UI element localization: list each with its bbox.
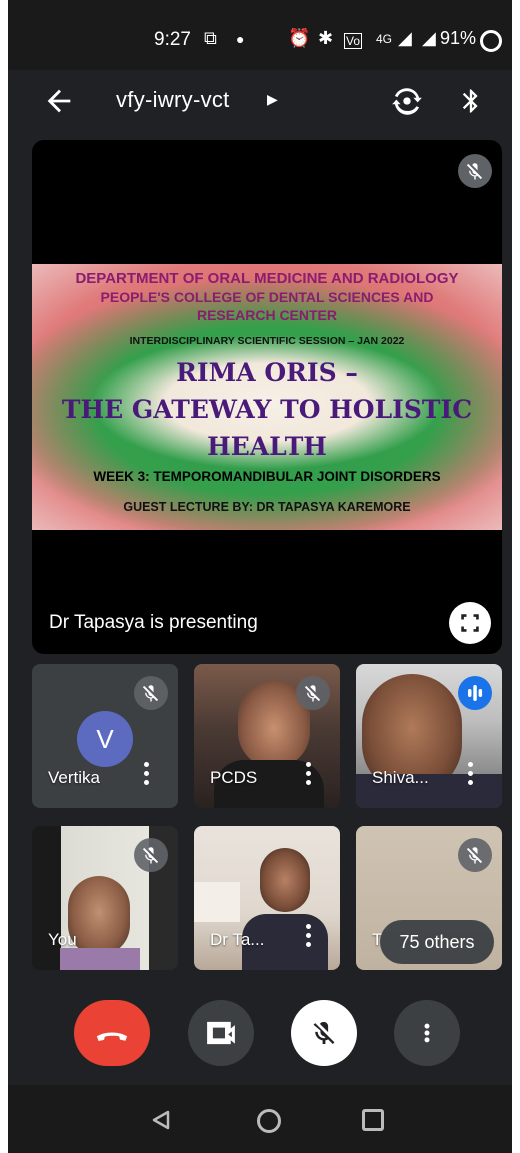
meeting-code[interactable]: vfy-iwry-vct [116, 87, 230, 113]
bluetooth-icon[interactable] [457, 83, 485, 119]
nav-home-icon[interactable] [257, 1109, 281, 1133]
signal-icon: ◢ [398, 28, 412, 48]
participant-tile-shiva[interactable]: Shiva... [356, 664, 502, 808]
status-bar: 9:27 ⧉ ● ⏰ ✱ Vo 4G ◢ ◢ 91% [8, 0, 512, 70]
stage-mic-off-icon [458, 154, 492, 188]
network-type: 4G [376, 32, 393, 46]
video-camera-icon [207, 1021, 235, 1045]
back-arrow-icon[interactable] [42, 84, 76, 118]
participant-name: Dr Ta... [210, 930, 265, 949]
background-banner [194, 882, 240, 922]
participant-tile-you[interactable]: You [32, 826, 178, 970]
phone-hangup-icon [96, 1032, 128, 1041]
more-options-icon[interactable] [306, 762, 312, 786]
mic-off-icon [296, 676, 330, 710]
more-options-icon[interactable] [144, 762, 150, 786]
mic-off-icon [134, 838, 168, 872]
participant-video [260, 848, 310, 912]
caret-right-icon[interactable]: ▶ [267, 91, 278, 108]
end-call-button[interactable] [74, 1000, 150, 1066]
more-options-button[interactable] [394, 1000, 460, 1066]
vertical-dots-icon [424, 1023, 430, 1043]
system-nav-bar [8, 1085, 512, 1153]
fullscreen-button[interactable] [449, 602, 491, 644]
speaking-indicator-icon [458, 676, 492, 710]
bluetooth-status-icon: ✱ [318, 28, 334, 48]
participant-name: PCDS [210, 768, 258, 787]
more-options-icon[interactable] [306, 924, 312, 948]
slide-week: WEEK 3: TEMPOROMANDIBULAR JOINT DISORDER… [93, 469, 441, 484]
others-count-pill[interactable]: 75 others [380, 920, 494, 964]
mic-off-icon [313, 1021, 335, 1044]
participant-name: You [48, 930, 77, 949]
alarm-icon: ⏰ [288, 28, 311, 48]
participant-tile-others[interactable]: T 75 others [356, 826, 502, 970]
status-time: 9:27 [154, 29, 191, 50]
nav-recents-icon[interactable] [362, 1109, 384, 1131]
volte-icon: Vo [344, 33, 363, 49]
participant-tile-vertika[interactable]: V Vertika [32, 664, 178, 808]
mic-off-icon [458, 838, 492, 872]
slide-title-line-1: RIMA ORIS – [176, 358, 358, 387]
participant-video [68, 876, 130, 956]
dot-icon: ● [236, 31, 245, 47]
slide-center: RESEARCH CENTER [196, 307, 337, 323]
participant-video-body [60, 948, 140, 970]
phone-screen: 9:27 ⧉ ● ⏰ ✱ Vo 4G ◢ ◢ 91% vfy-iwry-vct … [8, 0, 512, 1153]
battery-icon [480, 30, 502, 52]
presenting-label: Dr Tapasya is presenting [49, 612, 258, 633]
participant-name: Shiva... [372, 768, 429, 787]
mic-off-icon [134, 676, 168, 710]
more-options-icon[interactable] [468, 762, 474, 786]
presentation-stage[interactable]: DEPARTMENT OF ORAL MEDICINE AND RADIOLOG… [32, 140, 502, 654]
slide-college: PEOPLE'S COLLEGE OF DENTAL SCIENCES AND [100, 289, 434, 305]
app-bar: vfy-iwry-vct ▶ [8, 70, 512, 134]
slide-department: DEPARTMENT OF ORAL MEDICINE AND RADIOLOG… [75, 270, 459, 287]
slide-guest: GUEST LECTURE BY: DR TAPASYA KAREMORE [123, 500, 411, 514]
camera-toggle-button[interactable] [188, 1000, 254, 1066]
mic-toggle-button[interactable] [291, 1000, 357, 1066]
avatar: V [77, 711, 133, 767]
slide-title-line-3: HEALTH [207, 432, 327, 461]
fullscreen-icon [461, 614, 479, 632]
battery-percent: 91% [440, 28, 477, 48]
slide-title-line-2: THE GATEWAY TO HOLISTIC [61, 395, 473, 424]
participant-tile-pcds[interactable]: PCDS [194, 664, 340, 808]
slide-session: INTERDISCIPLINARY SCIENTIFIC SESSION – J… [129, 335, 405, 347]
signal-icon-2: ◢ [422, 28, 436, 48]
presentation-slide: DEPARTMENT OF ORAL MEDICINE AND RADIOLOG… [32, 264, 502, 530]
participant-tile-dr-ta[interactable]: Dr Ta... [194, 826, 340, 970]
participant-name: Vertika [48, 768, 100, 787]
switch-camera-icon[interactable] [390, 84, 424, 118]
nav-back-icon[interactable] [150, 1109, 172, 1131]
screen-record-icon: ⧉ [204, 28, 217, 48]
